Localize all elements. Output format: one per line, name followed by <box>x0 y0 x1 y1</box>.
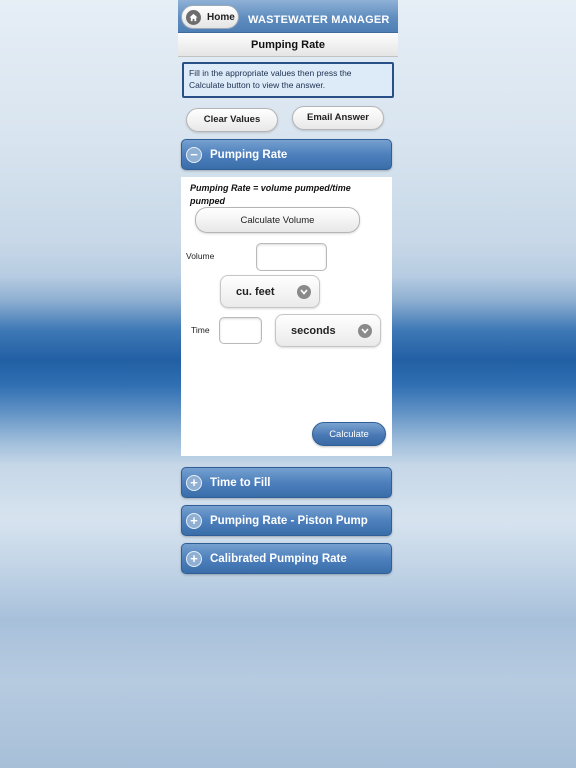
instructions-box: Fill in the appropriate values then pres… <box>182 62 394 98</box>
plus-circle-icon: + <box>186 512 202 529</box>
volume-unit-select[interactable]: cu. feet <box>220 275 320 308</box>
home-icon <box>186 9 201 25</box>
section-header-pumping-rate[interactable]: − Pumping Rate <box>181 139 392 170</box>
section-header-time-to-fill[interactable]: + Time to Fill <box>181 467 392 498</box>
volume-unit-value: cu. feet <box>236 285 275 298</box>
title-bar: Home WASTEWATER MANAGER <box>178 0 398 33</box>
plus-circle-icon: + <box>186 550 202 567</box>
section-header-piston-pump[interactable]: + Pumping Rate - Piston Pump <box>181 505 392 536</box>
time-label: Time <box>191 325 210 335</box>
section-header-calibrated-pumping-rate[interactable]: + Calibrated Pumping Rate <box>181 543 392 574</box>
formula-text: Pumping Rate = volume pumped/time pumped <box>190 183 351 206</box>
minus-circle-icon: − <box>186 146 202 163</box>
volume-input[interactable] <box>256 243 327 271</box>
section-title: Calibrated Pumping Rate <box>210 552 347 565</box>
plus-circle-icon: + <box>186 474 202 491</box>
section-title: Pumping Rate <box>210 148 288 161</box>
volume-label: Volume <box>186 251 215 261</box>
section-title: Time to Fill <box>210 476 271 489</box>
home-button[interactable]: Home <box>181 5 239 29</box>
chevron-down-icon <box>297 284 311 299</box>
app-container: Home WASTEWATER MANAGER Pumping Rate Fil… <box>178 0 398 768</box>
time-unit-value: seconds <box>291 324 336 337</box>
time-unit-select[interactable]: seconds <box>275 314 381 347</box>
time-input[interactable] <box>219 317 262 344</box>
app-title: WASTEWATER MANAGER <box>248 14 390 26</box>
page-title: Pumping Rate <box>178 33 398 57</box>
clear-values-button[interactable]: Clear Values <box>186 108 278 132</box>
calculate-volume-button[interactable]: Calculate Volume <box>195 207 360 233</box>
chevron-down-icon <box>358 323 372 338</box>
calculate-button[interactable]: Calculate <box>312 422 386 446</box>
email-answer-button[interactable]: Email Answer <box>292 106 384 130</box>
home-button-label: Home <box>207 11 235 23</box>
section-title: Pumping Rate - Piston Pump <box>210 514 368 527</box>
pumping-rate-panel: Pumping Rate = volume pumped/time pumped… <box>181 177 392 456</box>
